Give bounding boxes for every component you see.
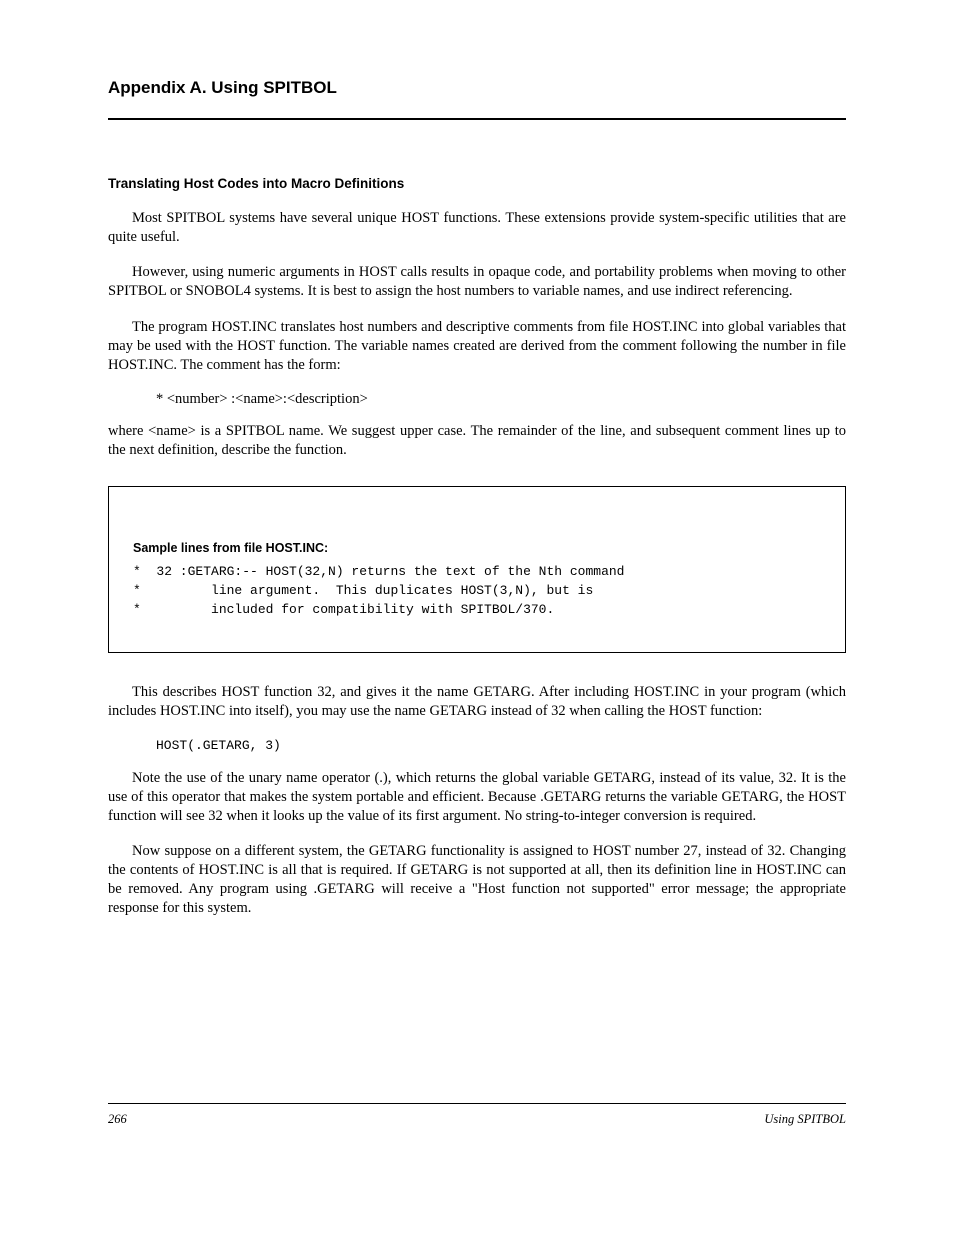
code-line: * line argument. This duplicates HOST(3,… <box>133 583 593 598</box>
paragraph: This describes HOST function 32, and giv… <box>108 683 846 721</box>
paragraph: However, using numeric arguments in HOST… <box>108 263 846 301</box>
section-title: Translating Host Codes into Macro Defini… <box>108 176 846 191</box>
code-line: * <number> :<name>:<description> <box>156 391 846 408</box>
page-header-title: Appendix A. Using SPITBOL <box>108 78 846 98</box>
paragraph: Note the use of the unary name operator … <box>108 769 846 826</box>
page-number: 266 <box>108 1112 127 1127</box>
code-line: * 32 :GETARG:-- HOST(32,N) returns the t… <box>133 564 624 579</box>
paragraph: Now suppose on a different system, the G… <box>108 842 846 919</box>
paragraph: The program HOST.INC translates host num… <box>108 318 846 375</box>
code-line: HOST(.GETARG, 3) <box>156 738 846 753</box>
page-footer: 266 Using SPITBOL <box>108 1103 846 1127</box>
box-title: Sample lines from file HOST.INC: <box>133 539 821 557</box>
code-line: * included for compatibility with SPITBO… <box>133 602 554 617</box>
header-rule <box>108 118 846 120</box>
footer-label: Using SPITBOL <box>764 1112 846 1127</box>
paragraph: Most SPITBOL systems have several unique… <box>108 209 846 247</box>
code-sample-box: Sample lines from file HOST.INC: * 32 :GE… <box>108 486 846 653</box>
paragraph: where <name> is a SPITBOL name. We sugge… <box>108 422 846 460</box>
footer-rule <box>108 1103 846 1104</box>
